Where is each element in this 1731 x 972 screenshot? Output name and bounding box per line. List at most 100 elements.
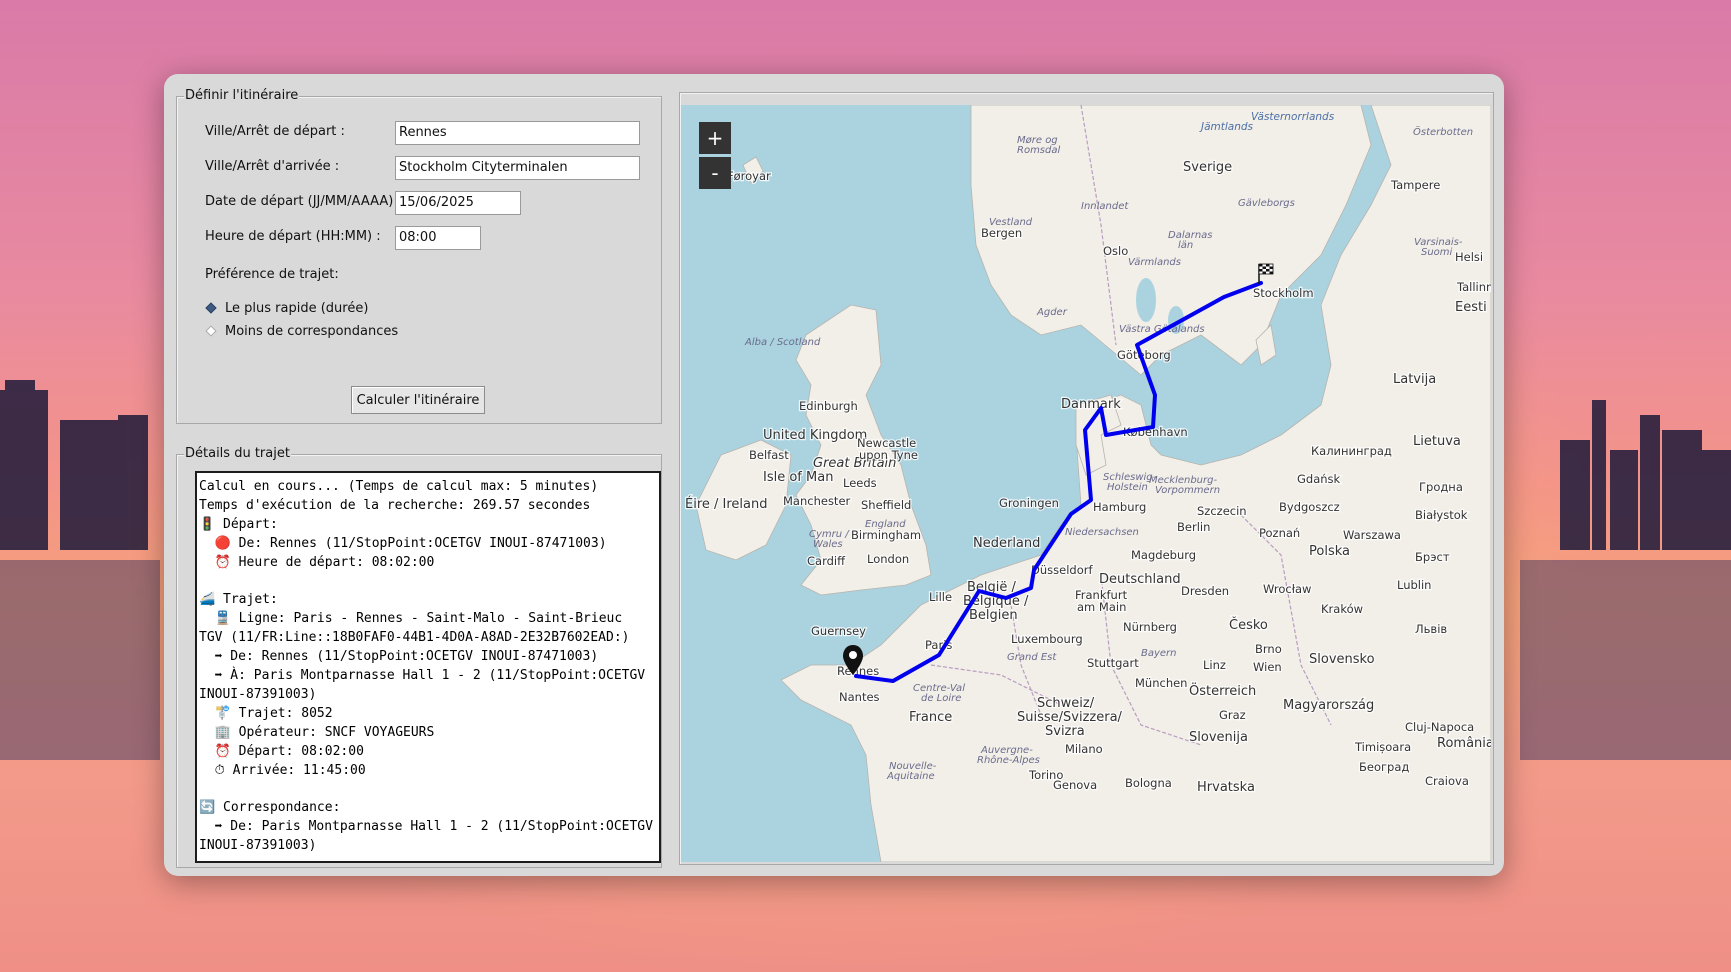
map-label: Aquitaine [886,771,935,782]
map-label: Danmark [1061,397,1121,412]
map-label: Dresden [1181,584,1229,598]
map-label: Bologna [1125,776,1172,790]
radio-selected-indicator [205,302,217,314]
map-label: Oslo [1103,244,1128,258]
map-label: France [909,710,952,725]
map-label: Linz [1203,658,1226,672]
map-label: Agder [1036,307,1068,318]
map-label: Wales [813,539,843,550]
date-input[interactable]: 15/06/2025 [395,191,521,215]
map-label: Szczecin [1197,504,1247,518]
map-label: Polska [1309,544,1350,559]
map-label: Калининград [1311,444,1392,458]
map-label: Latvija [1393,372,1436,387]
map-label: Innlandet [1081,201,1129,212]
map-label: Poznań [1259,526,1300,540]
map-label: Berlin [1177,520,1210,534]
map-label: Deutschland [1099,572,1181,587]
map-label: Београд [1359,760,1409,774]
map-label: Bydgoszcz [1279,500,1340,514]
map-label: Groningen [999,496,1059,510]
map-label: Schweiz/ [1037,696,1095,711]
map-label: Graz [1219,708,1246,722]
map-label: Bergen [981,226,1022,240]
map-label: Kraków [1321,602,1363,616]
map-label: Брэст [1415,550,1450,564]
route-group-title: Définir l'itinéraire [184,87,300,105]
radio-fastest[interactable]: Le plus rapide (durée) [205,298,369,318]
map-label: Slovensko [1309,652,1375,667]
map-label: Holstein [1107,482,1148,493]
details-group-title: Détails du trajet [184,445,291,463]
map-label: Jämtlands [1199,121,1254,133]
map-label: Craiova [1425,774,1469,788]
arrival-input[interactable]: Stockholm Cityterminalen [395,156,640,180]
radio-unselected-indicator [205,325,217,337]
radio-fastest-label: Le plus rapide (durée) [225,300,369,316]
map-label: Luxembourg [1011,632,1083,646]
map-canvas: Jämtlands Västernorrlands Møre og Romsda… [684,105,1491,862]
map-label: Lietuva [1413,434,1461,449]
map-label: Brno [1255,642,1282,656]
map-label: Nederland [973,536,1040,551]
time-input[interactable]: 08:00 [395,226,481,250]
map-label: Västernorrlands [1251,111,1335,123]
map-label: Suomi [1421,247,1453,258]
map-label: Torino [1028,768,1063,782]
map-label: München [1135,676,1187,690]
departure-label: Ville/Arrêt de départ : [205,124,345,139]
map-label: Timișoara [1354,740,1411,754]
map-label: Düsseldorf [1031,563,1093,577]
map-label: Niedersachsen [1065,527,1139,538]
map-label: România [1437,736,1491,751]
zoom-out-button[interactable]: - [699,157,731,189]
calculate-route-button[interactable]: Calculer l'itinéraire [351,386,485,414]
map-label: Cluj-Napoca [1405,720,1474,734]
map-label: Warszawa [1343,528,1401,542]
map-label: Nantes [839,690,880,704]
preference-label: Préférence de trajet: [205,267,339,282]
map-label: Edinburgh [799,399,858,413]
map-label: Stuttgart [1087,656,1139,670]
map-label: Гродна [1419,480,1463,494]
map-label: Svizra [1045,724,1085,739]
departure-input[interactable]: Rennes [395,121,640,145]
map-label: Slovenija [1189,730,1248,745]
map-label: Éire / Ireland [685,496,768,512]
map-label: Hamburg [1093,500,1146,514]
map-label: Sverige [1183,160,1232,175]
map-label: Romsdal [1017,145,1060,156]
map-label: län [1178,240,1193,251]
map-label: Cardiff [807,554,846,568]
route-definition-group: Définir l'itinéraire Ville/Arrêt de dépa… [176,87,662,424]
map-label: Gdańsk [1297,472,1341,486]
map-label: Manchester [783,494,851,508]
map-label: London [867,552,909,566]
date-label: Date de départ (JJ/MM/AAAA) : [205,194,402,209]
map-label: Føroyar [727,169,771,183]
radio-fewest-transfers[interactable]: Moins de correspondances [205,321,399,341]
map-label: Hrvatska [1197,780,1255,795]
zoom-in-button[interactable]: + [699,122,731,154]
map-label: Rhône-Alpes [977,754,1040,766]
map-label: Eesti [1455,300,1487,315]
time-label: Heure de départ (HH:MM) : [205,229,381,244]
map-label: Wrocław [1263,582,1311,596]
map-label: Magdeburg [1131,548,1196,562]
map-view[interactable]: Jämtlands Västernorrlands Møre og Romsda… [681,105,1491,862]
map-label: Львів [1415,622,1447,636]
trip-details-textarea[interactable]: Calcul en cours... (Temps de calcul max:… [195,471,661,863]
trip-details-group: Détails du trajet Calcul en cours... (Te… [176,445,662,868]
trip-details-text: Calcul en cours... (Temps de calcul max:… [199,479,653,854]
map-label: Leeds [843,476,877,490]
map-label: Österreich [1189,682,1256,699]
map-label: Sheffield [861,498,911,512]
app-window: Définir l'itinéraire Ville/Arrêt de dépa… [164,74,1504,876]
map-label: Helsi [1455,250,1483,264]
map-label: Gävleborgs [1238,198,1295,209]
map-label: Belgien [969,608,1018,623]
map-label: Suisse/Svizzera/ [1017,710,1123,725]
map-label: am Main [1077,600,1126,614]
radio-fewest-transfers-label: Moins de correspondances [225,323,399,339]
map-label: United Kingdom [763,428,867,443]
